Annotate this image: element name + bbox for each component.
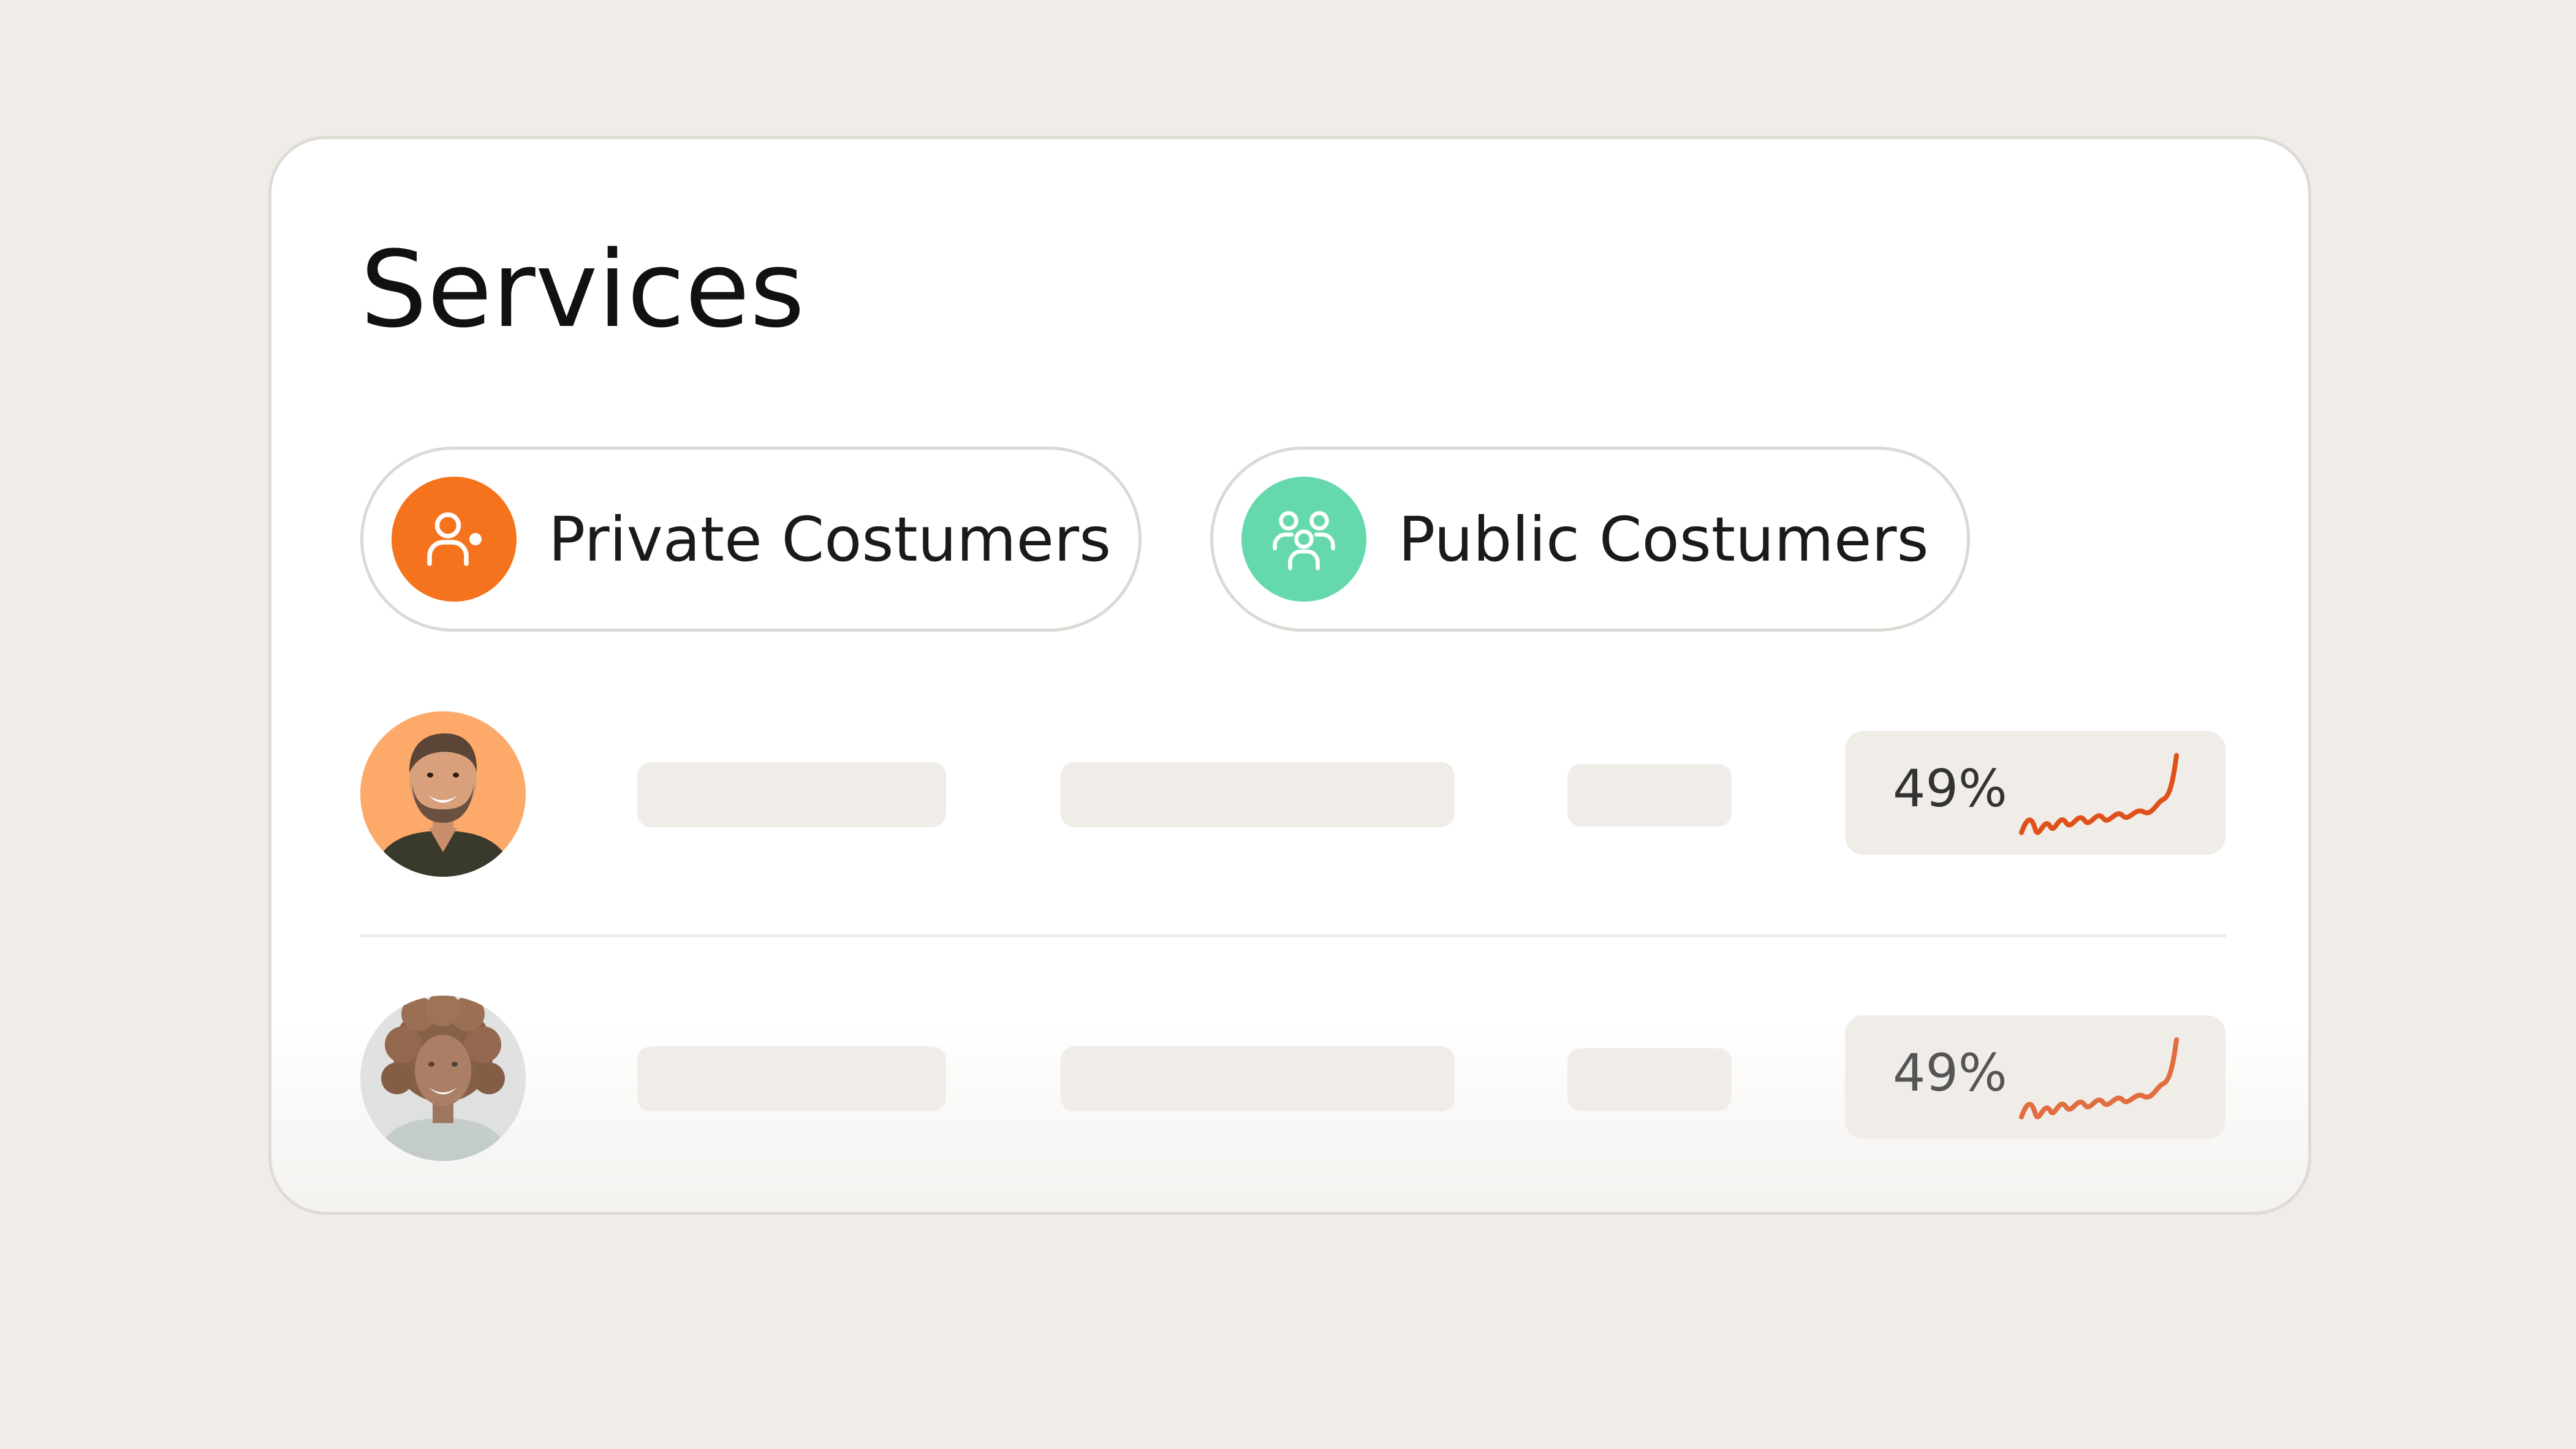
table-row[interactable]: 49% <box>360 711 2226 877</box>
man-avatar <box>360 711 526 877</box>
page-background: { "card": { "title": "Services" }, "filt… <box>0 0 2576 1449</box>
filter-public-customers[interactable]: Public Costumers <box>1210 447 1970 632</box>
stat-badge: 49% <box>1845 1015 2226 1139</box>
group-icon <box>1241 477 1366 602</box>
sparkline-icon <box>2019 1037 2179 1119</box>
table-row[interactable]: 49% <box>360 996 2226 1161</box>
placeholder-cell <box>1567 1048 1732 1111</box>
row-divider <box>360 934 2226 937</box>
filter-private-customers[interactable]: Private Costumers <box>360 447 1142 632</box>
stat-value: 49% <box>1893 1043 2007 1103</box>
woman-avatar <box>360 996 526 1161</box>
placeholder-cell <box>637 762 946 827</box>
services-card: Services Private Costumers Public Costum… <box>268 136 2311 1215</box>
person-icon <box>392 477 517 602</box>
placeholder-cell <box>1061 762 1455 827</box>
placeholder-cell <box>637 1046 946 1111</box>
filter-private-label: Private Costumers <box>548 503 1112 575</box>
placeholder-cell <box>1567 764 1732 827</box>
stat-badge: 49% <box>1845 731 2226 855</box>
placeholder-cell <box>1061 1046 1455 1111</box>
sparkline-icon <box>2019 753 2179 835</box>
card-title: Services <box>360 228 805 351</box>
stat-value: 49% <box>1893 759 2007 819</box>
filter-public-label: Public Costumers <box>1398 503 1929 575</box>
